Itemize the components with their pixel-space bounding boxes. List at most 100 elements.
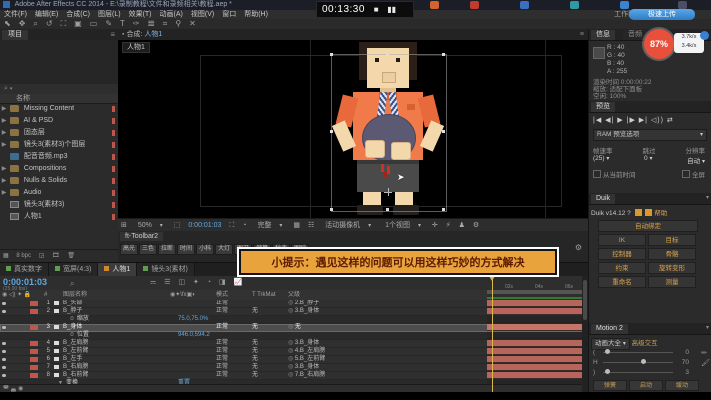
tab-preview[interactable]: 预览 bbox=[591, 102, 615, 112]
layer-color-chip[interactable] bbox=[30, 365, 38, 370]
parent-column-header[interactable]: 父级 bbox=[288, 290, 300, 300]
layer-duration-bar[interactable] bbox=[487, 300, 582, 307]
tool-icon[interactable]: ✑ bbox=[133, 19, 140, 28]
motion-slider[interactable]: ) 3 bbox=[593, 369, 689, 377]
tab-project[interactable]: 项目 bbox=[2, 30, 28, 40]
motion-button[interactable]: 启动 bbox=[629, 380, 663, 391]
label-color-chip[interactable] bbox=[112, 214, 115, 220]
tab-info[interactable]: 信息 bbox=[591, 30, 615, 40]
layer-visibility-toggle[interactable] bbox=[2, 302, 6, 305]
project-item[interactable]: ▶ 固态层 bbox=[0, 127, 118, 139]
timeline-comp-tab[interactable]: 宽屏(4:3) bbox=[49, 263, 99, 276]
stop-recording-button[interactable]: ■ bbox=[374, 2, 379, 17]
label-color-chip[interactable] bbox=[112, 142, 115, 148]
upload-badge[interactable]: 极速上传 bbox=[629, 9, 695, 20]
timeline-row[interactable]: 2 B_脖子 正常 无 3.B_身体 bbox=[0, 308, 582, 316]
selection-handle[interactable] bbox=[442, 53, 445, 56]
blend-mode[interactable]: 正常 bbox=[216, 356, 246, 363]
tab-duik[interactable]: Duik bbox=[591, 194, 616, 204]
layer-visibility-toggle[interactable] bbox=[2, 326, 6, 329]
motion-slider[interactable]: (0 bbox=[593, 349, 689, 357]
script-button[interactable]: 小科 bbox=[196, 244, 215, 255]
script-button[interactable]: 拉断 bbox=[158, 244, 177, 255]
layer-color-chip[interactable] bbox=[30, 349, 38, 354]
composition-canvas[interactable]: 人物1 ➤ bbox=[118, 40, 588, 218]
timeline-row[interactable]: 5 B_左前臂 正常 无 4.B_左肩膀 bbox=[0, 348, 582, 356]
motion-button[interactable]: 弹簧 bbox=[593, 380, 627, 391]
menu-item[interactable]: 合成(C) bbox=[66, 11, 90, 18]
track-matte[interactable]: 无 bbox=[252, 348, 276, 355]
layer-visibility-toggle[interactable] bbox=[2, 350, 6, 353]
skip-dropdown[interactable]: 0 ▾ bbox=[644, 155, 652, 165]
layer-name[interactable]: B_右肩膀 bbox=[63, 364, 88, 371]
zoom-level-dropdown[interactable]: 50% ▾ bbox=[135, 222, 166, 229]
layer-name[interactable]: B_左肩膀 bbox=[63, 340, 88, 347]
layer-color-chip[interactable] bbox=[30, 357, 38, 362]
tool-icon[interactable]: ✥ bbox=[19, 19, 26, 28]
view-layout-dropdown[interactable]: 1个视图 ▾ bbox=[382, 222, 424, 229]
layer-duration-bar[interactable] bbox=[487, 308, 582, 315]
blend-mode[interactable]: 正常 bbox=[216, 348, 246, 355]
layer-name-column-header[interactable]: 图层名称 bbox=[63, 290, 87, 300]
duik-button[interactable]: 旋转变形 bbox=[648, 262, 696, 274]
timeline-row[interactable]: 位置 946.0,594.2 bbox=[0, 332, 582, 340]
ram-preview-dropdown[interactable]: RAM 预览选项 ▾ bbox=[593, 129, 707, 141]
property-value[interactable]: 75.0,75.0% bbox=[178, 316, 208, 323]
duik-tools-icon[interactable] bbox=[645, 209, 653, 216]
parent-selector[interactable]: 无 bbox=[288, 324, 301, 331]
tab-audio[interactable]: 音频 bbox=[623, 30, 647, 40]
duik-button[interactable]: 目标 bbox=[648, 234, 696, 246]
pause-recording-button[interactable]: ▮▮ bbox=[387, 2, 396, 17]
flowchart-icon[interactable]: ⚙ bbox=[473, 222, 479, 229]
label-color-chip[interactable] bbox=[112, 178, 115, 184]
script-button[interactable]: 高光 bbox=[120, 244, 139, 255]
blend-mode[interactable]: 正常 bbox=[216, 308, 246, 315]
layer-duration-bar[interactable] bbox=[487, 364, 582, 371]
timeline-row[interactable]: 1 B_头部 正常 2.B_脖子 bbox=[0, 300, 582, 308]
label-color-chip[interactable] bbox=[112, 106, 115, 112]
label-color-chip[interactable] bbox=[112, 130, 115, 136]
project-item[interactable]: ▶ Compositions bbox=[0, 163, 118, 175]
roi-icon[interactable]: ▦ bbox=[293, 222, 300, 229]
snapshot-icon[interactable]: ⛶ bbox=[229, 222, 234, 229]
timeline-scrollbar[interactable] bbox=[582, 276, 588, 392]
timeline-row[interactable]: 4 B_左肩膀 正常 无 3.B_身体 bbox=[0, 340, 582, 348]
blend-mode[interactable]: 正常 bbox=[216, 300, 246, 307]
active-comp-name[interactable]: 人物1 bbox=[144, 31, 162, 38]
layer-name[interactable]: B_右前臂 bbox=[63, 372, 88, 379]
fast-preview-icon[interactable]: ⚡ bbox=[446, 222, 451, 229]
gear-icon[interactable]: ⚙ bbox=[575, 243, 582, 252]
blend-mode[interactable]: 正常 bbox=[216, 324, 246, 331]
fullscreen-checkbox[interactable]: 全屏 bbox=[682, 169, 705, 179]
work-area-bar[interactable] bbox=[487, 290, 582, 294]
layer-name[interactable]: B_头部 bbox=[63, 300, 82, 307]
project-item[interactable]: ▶ Audio bbox=[0, 187, 118, 199]
layer-color-chip[interactable] bbox=[30, 325, 38, 330]
num-column-header[interactable]: # bbox=[44, 290, 47, 300]
project-item[interactable]: 配音音频.mp3 bbox=[0, 151, 118, 163]
timeline-comp-tab[interactable]: 人物1 bbox=[98, 263, 138, 276]
label-color-chip[interactable] bbox=[112, 154, 115, 160]
tab-ft-toolbar[interactable]: ft-Toolbar2 bbox=[120, 232, 164, 241]
expander-icon[interactable]: ▶ bbox=[0, 175, 8, 187]
timeline-row[interactable]: 3 B_身体 正常 无 无 bbox=[0, 324, 582, 332]
blend-mode[interactable]: 正常 bbox=[216, 340, 246, 347]
tool-icon[interactable]: ⌕ bbox=[33, 19, 37, 28]
parent-selector[interactable]: 3.B_身体 bbox=[288, 308, 319, 315]
panel-menu-icon[interactable]: ≡ bbox=[580, 29, 584, 40]
track-matte[interactable]: 无 bbox=[252, 308, 276, 315]
current-time-indicator[interactable] bbox=[489, 276, 495, 392]
tool-icon[interactable]: ✕ bbox=[189, 19, 196, 28]
layer-color-chip[interactable] bbox=[30, 309, 38, 314]
menu-item[interactable]: 帮助(H) bbox=[244, 11, 268, 18]
timeline-comp-tab[interactable]: 真实数字 bbox=[0, 263, 49, 276]
selection-handle[interactable] bbox=[330, 53, 333, 56]
expander-icon[interactable]: ▶ bbox=[0, 163, 8, 175]
name-column-header[interactable]: 名称 bbox=[16, 95, 30, 102]
menu-item[interactable]: 效果(T) bbox=[129, 11, 152, 18]
duik-settings-icon[interactable] bbox=[634, 209, 642, 216]
tool-icon[interactable]: ⬉ bbox=[4, 19, 11, 28]
panel-menu-icon[interactable]: ≡ bbox=[110, 30, 115, 39]
duik-button[interactable]: 自动绑定 bbox=[598, 220, 698, 232]
selection-handle[interactable] bbox=[330, 208, 333, 211]
